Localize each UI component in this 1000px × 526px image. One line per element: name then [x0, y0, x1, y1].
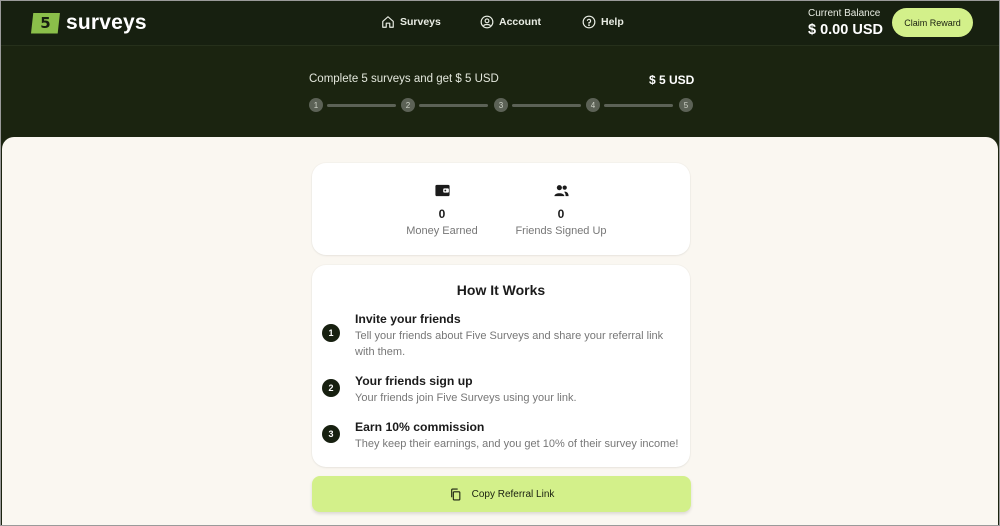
claim-reward-button[interactable]: Claim Reward	[892, 8, 973, 37]
step-title: Invite your friends	[355, 312, 461, 326]
progress-step: 4	[586, 98, 600, 112]
progress-connector	[327, 104, 396, 107]
money-earned-label: Money Earned	[406, 225, 478, 237]
progress-step: 1	[309, 98, 323, 112]
step-number-badge: 3	[322, 425, 340, 443]
friends-signed-up-label: Friends Signed Up	[515, 225, 607, 237]
step-description: Tell your friends about Five Surveys and…	[355, 330, 664, 358]
stat-friends-signed-up: 0 Friends Signed Up	[501, 178, 621, 237]
balance-display: Current Balance $ 0.00 USD	[808, 8, 883, 38]
step-description: Your friends join Five Surveys using you…	[355, 392, 577, 404]
stat-money-earned: 0 Money Earned	[382, 178, 502, 237]
logo-badge-number: 5	[40, 14, 51, 32]
copy-icon	[450, 488, 460, 500]
stats-card: 0 Money Earned 0 Friends Signed Up	[312, 163, 690, 255]
copy-referral-link-label: Copy Referral Link	[471, 488, 555, 500]
help-circle-icon	[582, 15, 596, 29]
how-it-works-card: How It Works 1 Invite your friends Tell …	[312, 265, 690, 467]
nav-account-label: Account	[499, 16, 541, 28]
progress-band: Complete 5 surveys and get $ 5 USD $ 5 U…	[0, 47, 1000, 147]
step-title: Your friends sign up	[355, 374, 473, 388]
balance-label: Current Balance	[808, 8, 881, 19]
money-earned-value: 0	[438, 207, 446, 221]
nav-help[interactable]: Help	[582, 15, 624, 29]
progress-connector	[604, 104, 673, 107]
copy-referral-link-button[interactable]: Copy Referral Link	[312, 476, 691, 512]
nav-account[interactable]: Account	[480, 15, 541, 29]
friends-signed-up-value: 0	[557, 207, 565, 221]
progress-connector	[419, 104, 488, 107]
user-circle-icon	[480, 15, 494, 29]
progress-step: 3	[494, 98, 508, 112]
progress-step: 5	[679, 98, 693, 112]
progress-connector	[512, 104, 581, 107]
logo-text: surveys	[66, 11, 147, 34]
step-title: Earn 10% commission	[355, 420, 485, 434]
home-icon	[382, 16, 394, 28]
step-number-badge: 2	[322, 379, 340, 397]
wallet-icon	[434, 184, 450, 197]
nav-surveys-label: Surveys	[400, 16, 441, 28]
progress-text: Complete 5 surveys and get $ 5 USD	[309, 73, 499, 85]
logo[interactable]: 5 surveys	[31, 11, 147, 35]
main-content: 0 Money Earned 0 Friends Signed Up How I…	[2, 137, 998, 526]
progress-step: 2	[401, 98, 415, 112]
nav-help-label: Help	[601, 16, 624, 28]
progress-amount: $ 5 USD	[649, 73, 695, 87]
step-description: They keep their earnings, and you get 10…	[355, 438, 679, 450]
users-icon	[553, 185, 569, 197]
nav-surveys[interactable]: Surveys	[381, 15, 441, 29]
step-number-badge: 1	[322, 324, 340, 342]
balance-value: $ 0.00 USD	[808, 22, 883, 38]
top-header: 5 surveys Surveys Account Help Current B…	[0, 0, 1000, 46]
logo-badge: 5	[31, 12, 60, 34]
how-it-works-title: How It Works	[456, 282, 546, 298]
